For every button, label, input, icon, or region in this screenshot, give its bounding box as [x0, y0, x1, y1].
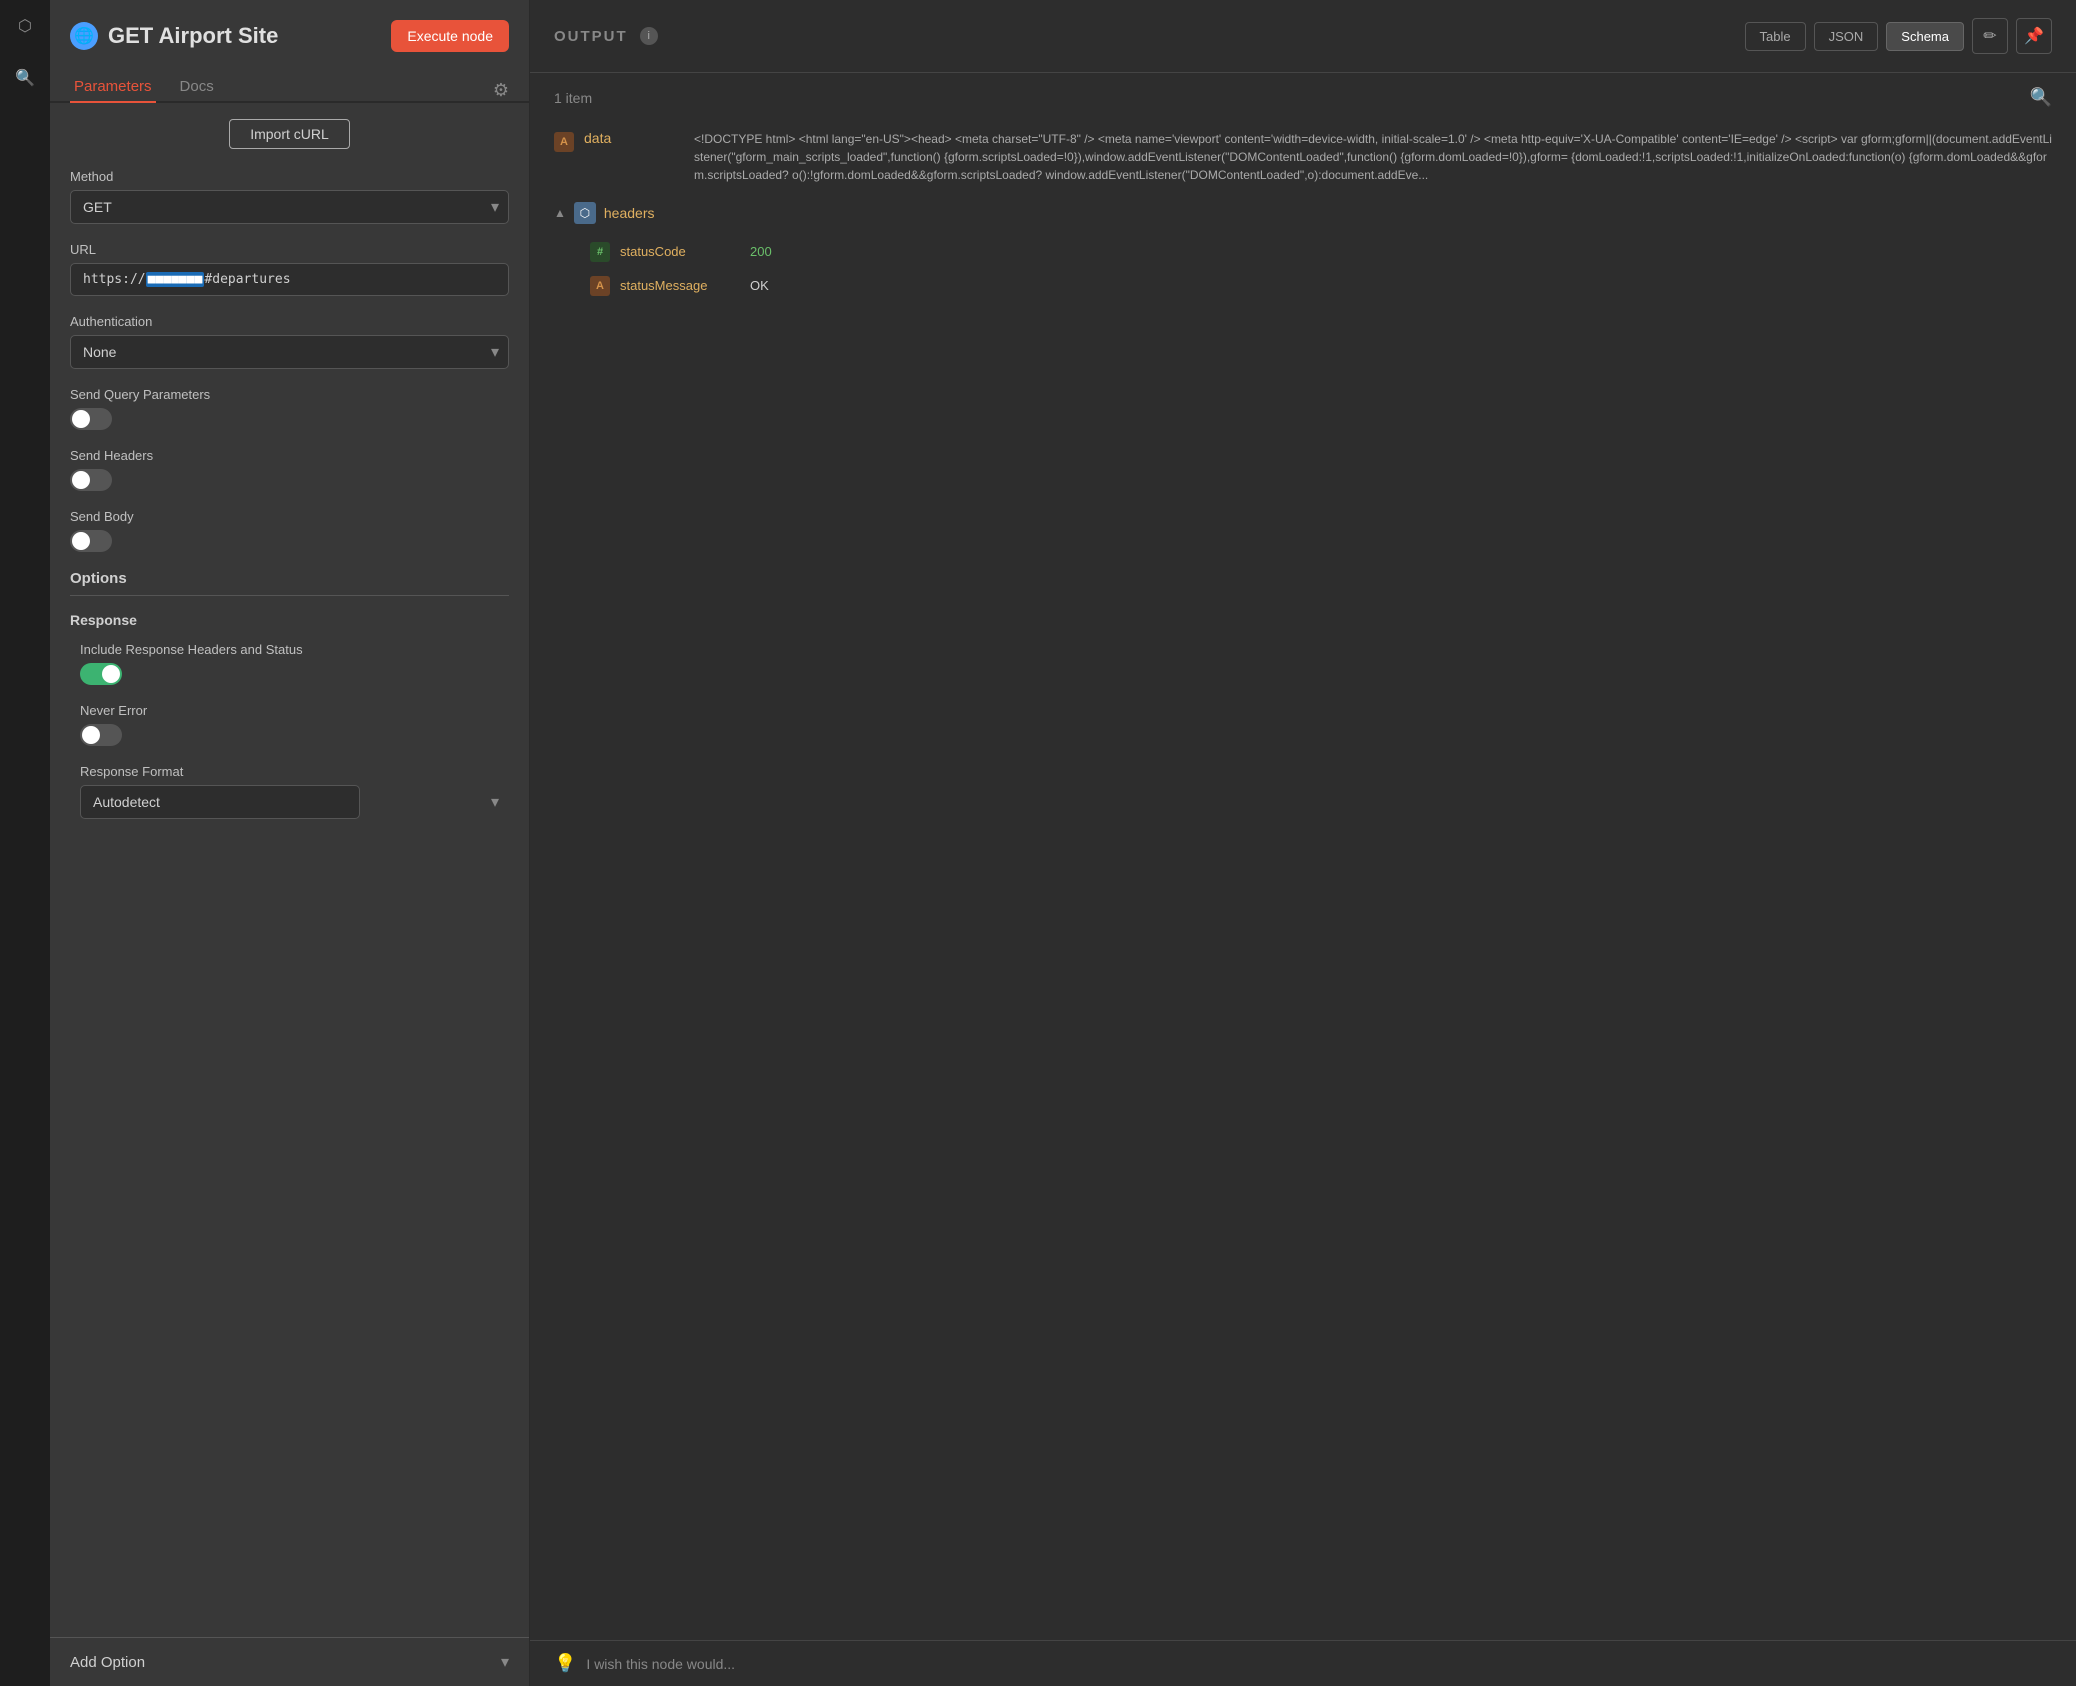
output-info-icon[interactable]: i — [640, 27, 658, 45]
left-panel: 🌐 GET Airport Site Execute node Paramete… — [50, 0, 530, 1686]
include-response-option: Include Response Headers and Status — [70, 642, 509, 685]
send-headers-toggle[interactable] — [70, 469, 112, 491]
send-body-toggle-knob — [72, 532, 90, 550]
tab-bar: Parameters Docs ⚙ — [50, 62, 529, 103]
table-view-button[interactable]: Table — [1745, 22, 1806, 51]
output-search-icon[interactable]: 🔍 — [2030, 87, 2052, 108]
add-option-label: Add Option — [70, 1654, 145, 1671]
status-code-type-badge: # — [590, 242, 610, 262]
send-query-label: Send Query Parameters — [70, 387, 509, 402]
bulb-icon: 💡 — [554, 1653, 576, 1674]
headers-section-row[interactable]: ▲ ⬡ headers — [554, 192, 2052, 234]
auth-field-group: Authentication None ▾ — [70, 314, 509, 369]
headers-sub-items: # statusCode 200 A statusMessage OK — [554, 234, 2052, 302]
output-header: OUTPUT i Table JSON Schema ✏ 📌 — [530, 0, 2076, 73]
send-headers-label: Send Headers — [70, 448, 509, 463]
url-suffix: #departures — [204, 272, 290, 287]
options-section: Options Response Include Response Header… — [70, 570, 509, 819]
send-body-label: Send Body — [70, 509, 509, 524]
status-code-key: statusCode — [620, 244, 740, 259]
method-label: Method — [70, 169, 509, 184]
schema-view-button[interactable]: Schema — [1886, 22, 1964, 51]
data-row: A data <!DOCTYPE html> <html lang="en-US… — [554, 122, 2052, 192]
output-body: 1 item 🔍 A data <!DOCTYPE html> <html la… — [530, 73, 2076, 1640]
sidebar-icon-grid[interactable]: ⬡ — [9, 10, 41, 42]
item-count: 1 item 🔍 — [554, 87, 2052, 108]
response-format-select-wrapper: Autodetect JSON Text ▾ — [80, 785, 509, 819]
wish-bar: 💡 I wish this node would... — [530, 1640, 2076, 1686]
headers-section-icon: ⬡ — [574, 202, 596, 224]
status-message-key: statusMessage — [620, 278, 740, 293]
url-field-group: URL https://■■■■■■■#departures — [70, 242, 509, 296]
never-error-toggle[interactable] — [80, 724, 122, 746]
sidebar-icon-search[interactable]: 🔍 — [9, 62, 41, 94]
gear-icon[interactable]: ⚙ — [493, 80, 509, 101]
tab-actions: ⚙ — [493, 80, 509, 101]
include-response-toggle[interactable] — [80, 663, 122, 685]
json-view-button[interactable]: JSON — [1814, 22, 1879, 51]
globe-icon: 🌐 — [70, 22, 98, 50]
include-response-toggle-knob — [102, 665, 120, 683]
panel-body: Import cURL Method GET POST PUT DELETE ▾… — [50, 103, 529, 1637]
url-label: URL — [70, 242, 509, 257]
send-query-toggle-knob — [72, 410, 90, 428]
status-message-type-badge: A — [590, 276, 610, 296]
auth-label: Authentication — [70, 314, 509, 329]
data-value: <!DOCTYPE html> <html lang="en-US"><head… — [694, 130, 2052, 184]
tab-docs[interactable]: Docs — [176, 72, 218, 103]
response-format-select-arrow-icon: ▾ — [491, 792, 499, 812]
send-headers-toggle-container — [70, 469, 509, 491]
status-message-row: A statusMessage OK — [590, 268, 2052, 302]
data-key: data — [584, 130, 684, 146]
never-error-label: Never Error — [80, 703, 509, 718]
add-option-bar[interactable]: Add Option ▾ — [50, 1637, 529, 1686]
auth-select-wrapper: None ▾ — [70, 335, 509, 369]
never-error-toggle-knob — [82, 726, 100, 744]
headers-chevron-icon: ▲ — [554, 206, 566, 220]
send-body-toggle[interactable] — [70, 530, 112, 552]
panel-header: 🌐 GET Airport Site Execute node — [50, 0, 529, 52]
output-actions: Table JSON Schema ✏ 📌 — [1745, 18, 2052, 54]
output-label: OUTPUT — [554, 28, 628, 45]
import-curl-button[interactable]: Import cURL — [229, 119, 350, 149]
sidebar: ⬡ 🔍 — [0, 0, 50, 1686]
tab-parameters[interactable]: Parameters — [70, 72, 156, 103]
options-title: Options — [70, 570, 509, 596]
send-query-field-group: Send Query Parameters — [70, 387, 509, 430]
response-format-option: Response Format Autodetect JSON Text ▾ — [70, 764, 509, 819]
data-type-badge: A — [554, 132, 574, 152]
node-title: GET Airport Site — [108, 23, 381, 49]
send-query-toggle-container — [70, 408, 509, 430]
send-headers-toggle-knob — [72, 471, 90, 489]
never-error-option: Never Error — [70, 703, 509, 746]
response-format-label: Response Format — [80, 764, 509, 779]
right-panel: OUTPUT i Table JSON Schema ✏ 📌 1 item 🔍 … — [530, 0, 2076, 1686]
method-select[interactable]: GET POST PUT DELETE — [70, 190, 509, 224]
wish-text: I wish this node would... — [586, 1656, 735, 1672]
add-option-chevron-icon: ▾ — [501, 1652, 509, 1672]
status-message-value: OK — [750, 278, 769, 293]
method-field-group: Method GET POST PUT DELETE ▾ — [70, 169, 509, 224]
send-body-field-group: Send Body — [70, 509, 509, 552]
send-query-toggle[interactable] — [70, 408, 112, 430]
send-headers-field-group: Send Headers — [70, 448, 509, 491]
execute-node-button[interactable]: Execute node — [391, 20, 509, 52]
status-code-row: # statusCode 200 — [590, 234, 2052, 268]
url-host-highlight: ■■■■■■■ — [146, 272, 205, 287]
status-code-value: 200 — [750, 244, 772, 259]
headers-section-name: headers — [604, 205, 655, 221]
response-title: Response — [70, 612, 509, 628]
main-container: 🌐 GET Airport Site Execute node Paramete… — [50, 0, 2076, 1686]
include-response-label: Include Response Headers and Status — [80, 642, 509, 657]
edit-button[interactable]: ✏ — [1972, 18, 2008, 54]
auth-select[interactable]: None — [70, 335, 509, 369]
pin-button[interactable]: 📌 — [2016, 18, 2052, 54]
url-input[interactable]: https://■■■■■■■#departures — [70, 263, 509, 296]
send-body-toggle-container — [70, 530, 509, 552]
method-select-wrapper: GET POST PUT DELETE ▾ — [70, 190, 509, 224]
url-prefix: https:// — [83, 272, 146, 287]
response-format-select[interactable]: Autodetect JSON Text — [80, 785, 360, 819]
